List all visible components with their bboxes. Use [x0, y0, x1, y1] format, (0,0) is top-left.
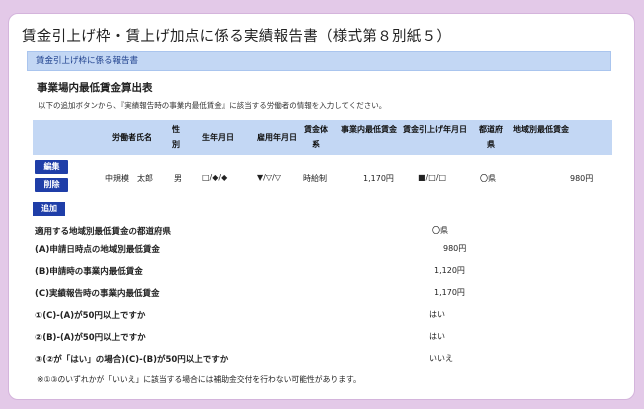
- cell-birth: □/◆/◆: [202, 173, 228, 182]
- header-raise-date: 賃金引上げ年月日: [403, 125, 467, 134]
- cell-employ: ▼/▽/▽: [257, 173, 281, 182]
- header-birth: 生年月日: [202, 133, 234, 142]
- header-wage-system: 賃金体系: [304, 125, 328, 149]
- delete-button[interactable]: 削除: [35, 178, 68, 192]
- summary-label-q2: ②(B)-(A)が50円以上ですか: [35, 333, 146, 343]
- summary-value-pref: 〇県: [432, 226, 448, 235]
- header-min-wage: 事業内最低賃金: [341, 125, 397, 134]
- summary-value-b: 1,120円: [434, 266, 465, 275]
- header-employ: 雇用年月日: [257, 133, 297, 142]
- footnote: ※①③のいずれかが「いいえ」に該当する場合には補助金交付を行わない可能性がありま…: [37, 375, 361, 384]
- cell-gender: 男: [174, 174, 182, 183]
- header-pref: 都道府県: [479, 125, 503, 149]
- cell-wage-system: 時給制: [303, 174, 327, 183]
- summary-value-c: 1,170円: [434, 288, 465, 297]
- header-name: 労働者氏名: [112, 133, 152, 142]
- summary-label-pref: 適用する地域別最低賃金の都道府県: [35, 227, 172, 237]
- summary-label-q3: ③(②が「はい」の場合)(C)-(B)が50円以上ですか: [35, 355, 229, 365]
- table-header: 労働者氏名 性別 生年月日 雇用年月日 賃金体系 事業内最低賃金 賃金引上げ年月…: [33, 120, 612, 155]
- summary-label-c: (C)実績報告時の事業内最低賃金: [35, 289, 160, 299]
- table-row: 編集 削除 中規模 太郎 男 □/◆/◆ ▼/▽/▽ 時給制 1,170円 ■/…: [33, 158, 612, 196]
- summary-value-q3: いいえ: [429, 354, 453, 363]
- subsection-bar: 賃金引上げ枠に係る報告書: [27, 51, 611, 71]
- summary-value-q2: はい: [429, 332, 445, 341]
- section-title: 事業場内最低賃金算出表: [37, 82, 153, 94]
- page-title: 賃金引上げ枠・賃上げ加点に係る実績報告書（様式第８別紙５）: [22, 29, 452, 45]
- cell-min-wage: 1,170円: [363, 174, 394, 183]
- summary-value-q1: はい: [429, 310, 445, 319]
- cell-regional-wage: 980円: [570, 174, 594, 183]
- summary-label-b: (B)申請時の事業内最低賃金: [35, 267, 143, 277]
- cell-pref: 〇県: [480, 174, 496, 183]
- edit-button[interactable]: 編集: [35, 160, 68, 174]
- header-regional-wage: 地域別最低賃金: [513, 125, 569, 134]
- instruction-text: 以下の追加ボタンから、『実績報告時の事業内最低賃金』に該当する労働者の情報を入力…: [38, 101, 387, 110]
- add-button[interactable]: 追加: [33, 202, 65, 216]
- summary-value-a: 980円: [443, 244, 467, 253]
- cell-name: 中規模 太郎: [105, 174, 153, 183]
- summary-label-a: (A)申請日時点の地域別最低賃金: [35, 245, 160, 255]
- header-gender: 性別: [172, 125, 180, 149]
- cell-raise-date: ■/□/□: [418, 173, 447, 182]
- summary-label-q1: ①(C)-(A)が50円以上ですか: [35, 311, 146, 321]
